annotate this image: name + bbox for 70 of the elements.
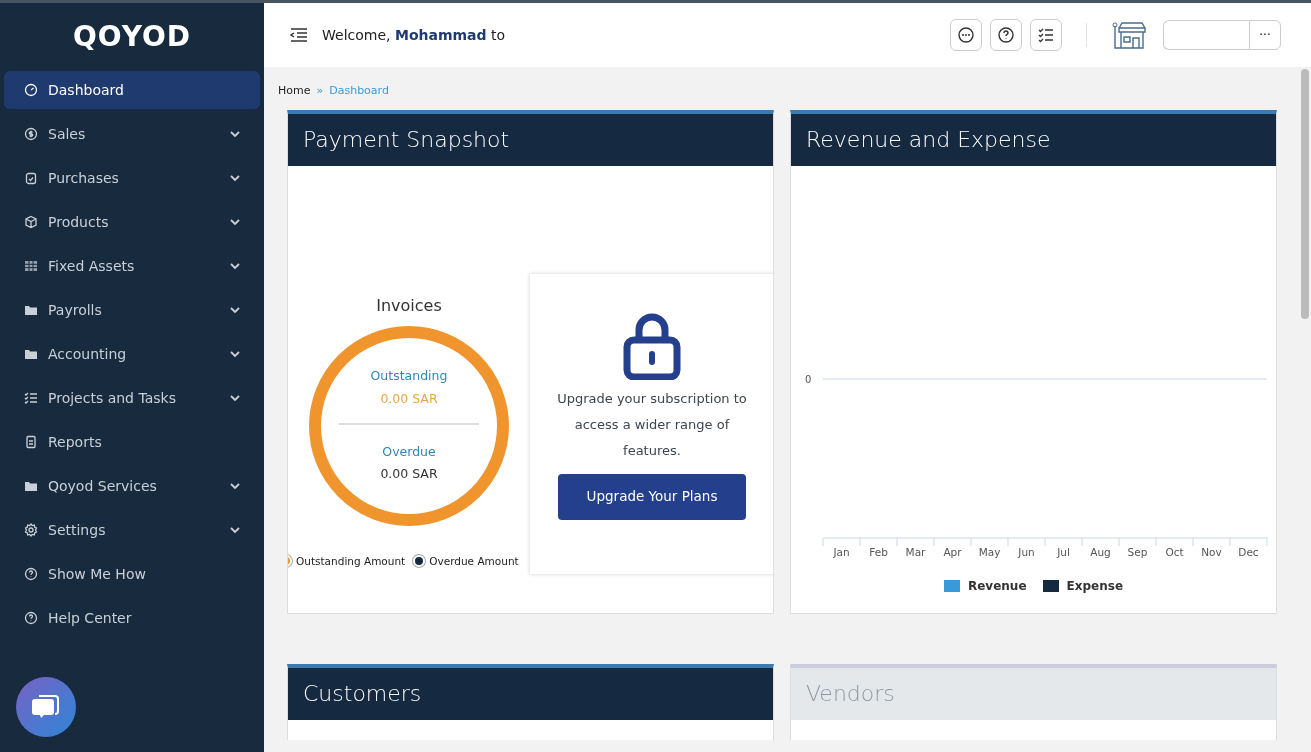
- month-label: Jan: [833, 545, 850, 558]
- more-button[interactable]: ···: [1249, 20, 1281, 50]
- folder-icon: [24, 479, 38, 493]
- sidebar-item[interactable]: Fixed Assets: [4, 247, 260, 285]
- chat-button[interactable]: [16, 677, 76, 737]
- help-icon[interactable]: [997, 26, 1015, 44]
- legend-label: Outstanding Amount: [296, 553, 406, 569]
- welcome-text: Welcome, Mohammad to: [322, 25, 507, 45]
- grid-icon: [24, 259, 38, 273]
- logo: QOYOD: [73, 19, 191, 55]
- legend-label: Revenue: [967, 577, 1027, 595]
- document-icon: [24, 435, 38, 449]
- menu-icon[interactable]: [290, 28, 308, 42]
- upgrade-button[interactable]: Upgrade Your Plans: [558, 473, 746, 520]
- messages-button[interactable]: [950, 19, 982, 51]
- month-label: Sep: [1127, 545, 1148, 558]
- chat-icon[interactable]: [957, 26, 975, 44]
- month-label: Dec: [1238, 545, 1259, 558]
- sidebar-item[interactable]: Purchases: [4, 159, 260, 197]
- month-label: Jul: [1057, 545, 1070, 558]
- axis-label: 0: [805, 373, 812, 385]
- help-button[interactable]: [990, 19, 1022, 51]
- month-label: Nov: [1201, 545, 1222, 558]
- overdue-label: Overdue: [382, 442, 436, 461]
- month-label: Jun: [1018, 545, 1035, 558]
- scrollbar[interactable]: [1301, 69, 1309, 319]
- checklist-icon[interactable]: [1037, 26, 1055, 44]
- month-label: Apr: [943, 545, 962, 558]
- card-title: Revenue and Expense: [791, 113, 1276, 166]
- lock-icon: [623, 311, 681, 380]
- sidebar-item[interactable]: Qoyod Services: [4, 467, 260, 505]
- sidebar-item[interactable]: Settings: [4, 511, 260, 549]
- sidebar-item[interactable]: Dashboard: [4, 71, 260, 109]
- checklist-button[interactable]: [1030, 19, 1062, 51]
- outstanding-value: 0.00 SAR: [380, 389, 438, 408]
- folder-icon: [24, 347, 38, 361]
- sidebar-item[interactable]: Show Me How: [4, 555, 260, 593]
- store-icon[interactable]: [1111, 20, 1149, 50]
- month-label: Aug: [1090, 545, 1111, 558]
- card-title: Customers: [288, 667, 773, 720]
- sidebar-item[interactable]: Projects and Tasks: [4, 379, 260, 417]
- legend-label: Overdue Amount: [429, 553, 519, 569]
- overdue-value: 0.00 SAR: [380, 465, 438, 484]
- outstanding-label: Outstanding: [370, 367, 448, 385]
- dollar-icon: [24, 127, 38, 141]
- sidebar-item[interactable]: Reports: [4, 423, 260, 461]
- card-title: Payment Snapshot: [288, 113, 773, 166]
- sidebar-item[interactable]: Accounting: [4, 335, 260, 373]
- upgrade-message: Upgrade your subscription to access a wider range of features.: [556, 389, 748, 460]
- breadcrumb-separator: »: [316, 83, 324, 99]
- chart-title: Invoices: [376, 294, 442, 317]
- month-label: Oct: [1165, 545, 1184, 558]
- breadcrumb-link[interactable]: Home: [278, 83, 311, 100]
- sidebar-item[interactable]: Payrolls: [4, 291, 260, 329]
- legend-label: Expense: [1066, 577, 1124, 595]
- checklist-icon: [24, 391, 38, 405]
- settings-icon: [24, 523, 38, 537]
- folder-icon: [24, 303, 38, 317]
- clipboard-icon: [24, 171, 38, 185]
- sidebar-item[interactable]: Sales: [4, 115, 260, 153]
- month-label: Feb: [869, 545, 888, 558]
- month-label: May: [978, 545, 1001, 558]
- dashboard-icon: [24, 83, 38, 97]
- sidebar-item[interactable]: Help Center: [4, 599, 260, 637]
- card-title: Vendors: [791, 667, 1276, 720]
- help-icon: [24, 567, 38, 581]
- month-label: Mar: [905, 545, 926, 558]
- sidebar-item[interactable]: Products: [4, 203, 260, 241]
- box-icon: [24, 215, 38, 229]
- help-icon: [24, 611, 38, 625]
